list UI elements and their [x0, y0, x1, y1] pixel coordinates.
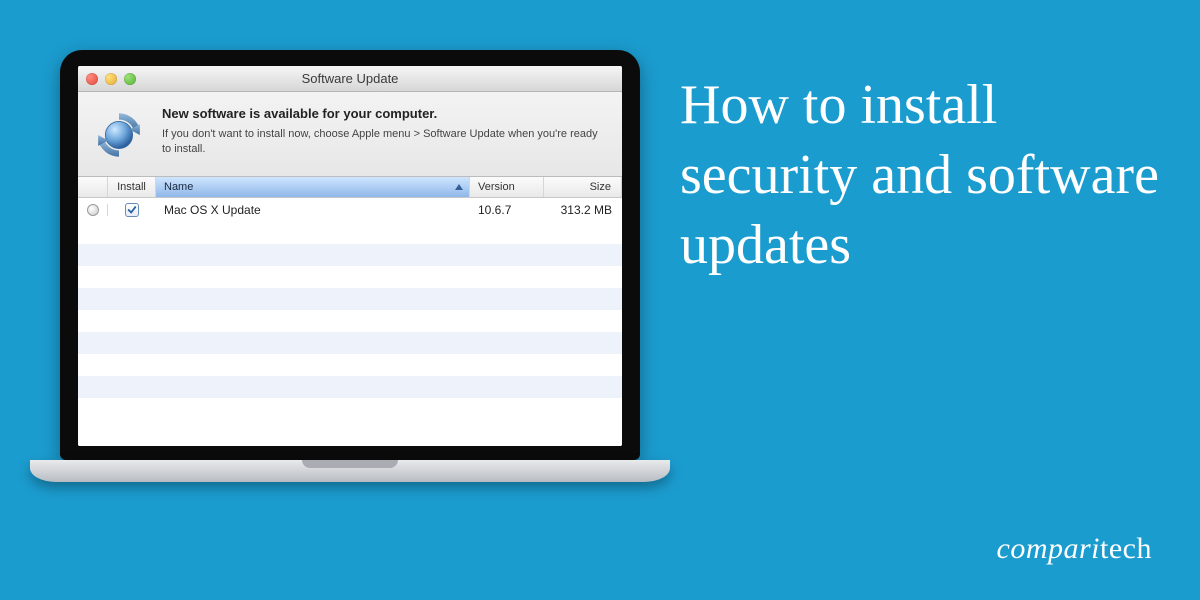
- brand-part-1: compari: [997, 532, 1101, 565]
- radio-icon[interactable]: [87, 204, 99, 216]
- traffic-lights: [86, 73, 136, 85]
- table-row[interactable]: Mac OS X Update 10.6.7 313.2 MB: [78, 198, 622, 222]
- table-row-empty: [78, 332, 622, 354]
- row-version: 10.6.7: [470, 203, 544, 217]
- dialog-heading: New software is available for your compu…: [162, 106, 608, 121]
- column-name[interactable]: Name: [156, 177, 470, 197]
- dialog-header: New software is available for your compu…: [78, 92, 622, 177]
- table-row-empty: [78, 310, 622, 332]
- column-name-label: Name: [164, 181, 193, 193]
- screen: Software Update: [78, 66, 622, 446]
- sort-ascending-icon: [455, 184, 463, 190]
- table-row-empty: [78, 266, 622, 288]
- window-title: Software Update: [78, 71, 622, 86]
- window-titlebar[interactable]: Software Update: [78, 66, 622, 92]
- table-row-empty: [78, 354, 622, 376]
- table-row-empty: [78, 376, 622, 398]
- laptop-base: [30, 460, 670, 482]
- zoom-icon[interactable]: [124, 73, 136, 85]
- row-radio-cell[interactable]: [78, 204, 108, 216]
- minimize-icon[interactable]: [105, 73, 117, 85]
- page-headline: How to install security and software upd…: [680, 70, 1160, 280]
- dialog-header-text: New software is available for your compu…: [162, 106, 608, 164]
- column-version[interactable]: Version: [470, 177, 544, 197]
- dialog-subtext: If you don't want to install now, choose…: [162, 127, 608, 157]
- table-row-empty: [78, 244, 622, 266]
- table-row-empty: [78, 222, 622, 244]
- laptop-lid: Software Update: [60, 50, 640, 460]
- brand-logo: comparitech: [997, 532, 1152, 566]
- column-install[interactable]: Install: [108, 177, 156, 197]
- table-header: Install Name Version Size: [78, 177, 622, 198]
- updates-table: Install Name Version Size: [78, 177, 622, 446]
- checkmark-icon: [127, 205, 137, 215]
- row-name: Mac OS X Update: [156, 203, 470, 217]
- column-select[interactable]: [78, 177, 108, 197]
- laptop-frame: Software Update: [60, 50, 640, 482]
- column-size[interactable]: Size: [544, 177, 622, 197]
- brand-part-2: tech: [1100, 532, 1152, 565]
- close-icon[interactable]: [86, 73, 98, 85]
- row-install-cell[interactable]: [108, 203, 156, 217]
- table-body: Mac OS X Update 10.6.7 313.2 MB: [78, 198, 622, 398]
- table-row-empty: [78, 288, 622, 310]
- row-size: 313.2 MB: [544, 203, 622, 217]
- software-update-icon: [90, 106, 148, 164]
- install-checkbox[interactable]: [125, 203, 139, 217]
